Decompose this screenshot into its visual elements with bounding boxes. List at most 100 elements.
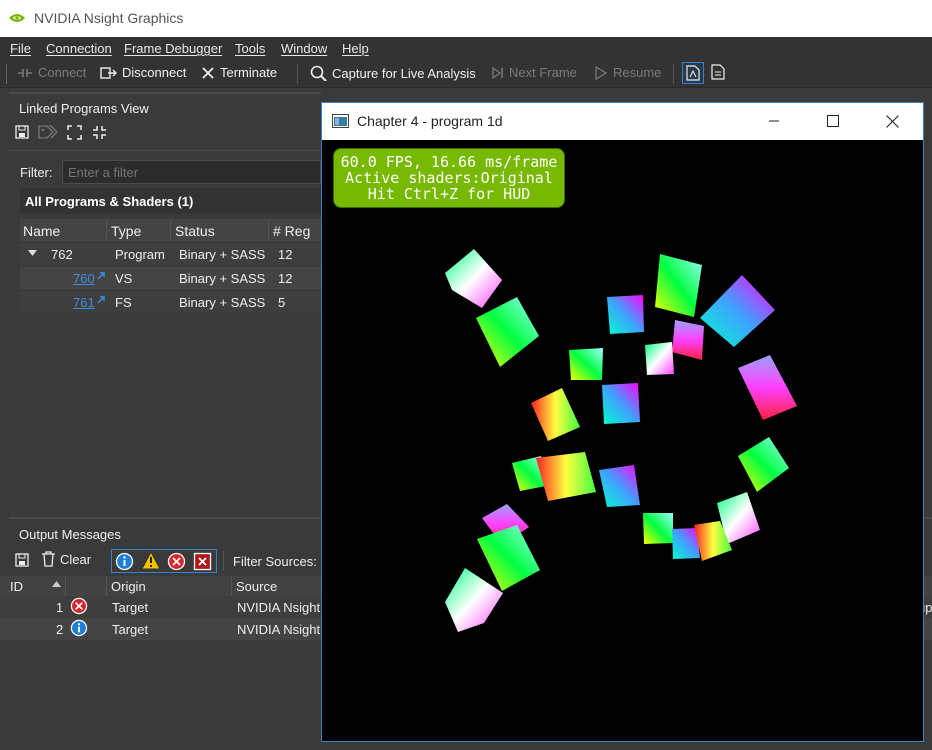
shader-link-fs[interactable]: 761 xyxy=(73,295,95,310)
shader-status: Binary + SASS xyxy=(179,271,266,286)
capture-live-analysis-button[interactable]: Capture for Live Analysis xyxy=(310,65,476,82)
menu-file[interactable]: File xyxy=(10,41,31,56)
connect-label: Connect xyxy=(38,65,87,80)
nvidia-logo-icon xyxy=(9,14,25,22)
program-name: 762 xyxy=(51,247,73,262)
resume-label: Resume xyxy=(613,65,662,80)
column-status[interactable]: Status xyxy=(175,223,215,239)
info-icon xyxy=(70,619,88,637)
disconnect-label: Disconnect xyxy=(122,65,187,80)
fatal-filter-icon[interactable] xyxy=(193,552,212,571)
connect-icon xyxy=(18,69,32,77)
table-row[interactable] xyxy=(20,267,321,289)
clear-label: Clear xyxy=(60,552,92,567)
close-icon[interactable] xyxy=(886,115,899,128)
menu-window[interactable]: Window xyxy=(281,41,327,56)
document-icon xyxy=(711,64,725,80)
error-icon xyxy=(70,597,88,615)
render-viewport[interactable] xyxy=(322,140,923,741)
report-button[interactable] xyxy=(682,62,704,84)
capture-label: Capture for Live Analysis xyxy=(332,66,476,81)
filter-input[interactable] xyxy=(62,160,321,184)
column-origin[interactable]: Origin xyxy=(111,579,146,594)
next-frame-label: Next Frame xyxy=(509,65,577,80)
info-filter-icon[interactable] xyxy=(115,552,134,571)
column-type[interactable]: Type xyxy=(111,223,141,239)
app-window[interactable]: Chapter 4 - program 1d 60.0 FPS, 16.66 m… xyxy=(321,102,924,742)
message-id: 1 xyxy=(56,600,64,615)
menu-bar: File Connection Frame Debugger Tools Win… xyxy=(0,37,932,60)
toolbar-grip xyxy=(6,64,7,84)
clear-button[interactable]: Clear xyxy=(41,551,91,567)
disconnect-button[interactable]: Disconnect xyxy=(100,65,186,80)
table-row[interactable] xyxy=(20,291,321,313)
shader-type: VS xyxy=(115,271,133,286)
filter-label: Filter: xyxy=(20,165,53,180)
app-window-title: Chapter 4 - program 1d xyxy=(357,113,503,129)
panel-title: Linked Programs View xyxy=(19,101,149,116)
terminate-button[interactable]: Terminate xyxy=(201,65,277,80)
filter-sources-label: Filter Sources: xyxy=(233,554,317,569)
program-type: Program xyxy=(115,247,165,262)
external-link-icon[interactable] xyxy=(97,272,105,280)
menu-tools[interactable]: Tools xyxy=(235,41,265,56)
app-title: NVIDIA Nsight Graphics xyxy=(34,10,184,26)
message-source: NVIDIA Nsight xyxy=(237,622,321,637)
expand-icon[interactable] xyxy=(67,125,82,140)
shader-link-vs[interactable]: 760 xyxy=(73,271,95,286)
document-chart-icon xyxy=(686,65,700,81)
program-status: Binary + SASS xyxy=(179,247,266,262)
program-reg: 12 xyxy=(278,247,293,262)
save-icon[interactable] xyxy=(15,553,29,567)
hud-fps-line: 60.0 FPS, 16.66 ms/frame xyxy=(340,153,558,171)
minimize-icon[interactable] xyxy=(768,115,780,127)
rotating-cubes-render xyxy=(445,249,797,632)
message-source: NVIDIA Nsight xyxy=(237,600,321,615)
play-icon xyxy=(595,65,608,81)
terminate-icon xyxy=(202,67,214,79)
hud-shaders-line: Active shaders:Original xyxy=(345,169,553,187)
disconnect-icon xyxy=(100,67,117,79)
message-id: 2 xyxy=(56,622,64,637)
menu-connection[interactable]: Connection xyxy=(46,41,112,56)
shader-reg: 5 xyxy=(278,295,286,310)
resume-button[interactable]: Resume xyxy=(594,65,662,81)
maximize-icon[interactable] xyxy=(827,115,839,127)
column-name[interactable]: Name xyxy=(23,223,60,239)
tags-icon[interactable] xyxy=(38,125,60,140)
toolbar-separator xyxy=(673,64,674,84)
column-source[interactable]: Source xyxy=(236,579,277,594)
message-origin: Target xyxy=(112,600,149,615)
table-empty-area xyxy=(20,315,321,500)
terminate-label: Terminate xyxy=(220,65,278,80)
next-frame-icon xyxy=(492,66,503,80)
sort-ascending-icon[interactable] xyxy=(52,581,61,587)
performance-hud: 60.0 FPS, 16.66 ms/frame Active shaders:… xyxy=(333,148,565,208)
message-origin: Target xyxy=(112,622,149,637)
section-title: All Programs & Shaders (1) xyxy=(25,194,194,209)
search-icon xyxy=(310,65,327,82)
connect-button[interactable]: Connect xyxy=(17,65,86,80)
column-id[interactable]: ID xyxy=(10,579,23,594)
linked-programs-panel: Linked Programs View Filter: All Program… xyxy=(9,92,321,510)
collapse-icon[interactable] xyxy=(92,125,107,140)
shader-reg: 12 xyxy=(278,271,293,286)
error-filter-icon[interactable] xyxy=(167,552,186,571)
chevron-down-icon[interactable] xyxy=(28,250,37,257)
menu-help[interactable]: Help xyxy=(342,41,369,56)
shader-type: FS xyxy=(115,295,132,310)
main-toolbar: Connect Disconnect Terminate Capture for… xyxy=(0,60,932,88)
app-window-titlebar[interactable]: Chapter 4 - program 1d xyxy=(322,103,923,140)
next-frame-button[interactable]: Next Frame xyxy=(491,65,577,80)
column-reg[interactable]: # Reg xyxy=(273,223,310,239)
save-icon[interactable] xyxy=(15,125,29,139)
document-button[interactable] xyxy=(711,64,727,82)
external-link-icon[interactable] xyxy=(97,296,105,304)
menu-frame-debugger[interactable]: Frame Debugger xyxy=(124,41,222,56)
hud-hint-line: Hit Ctrl+Z for HUD xyxy=(367,185,531,203)
warning-filter-icon[interactable] xyxy=(141,551,161,570)
toolbar-separator xyxy=(297,64,298,84)
window-icon xyxy=(332,114,349,128)
trash-icon xyxy=(42,551,55,567)
shader-status: Binary + SASS xyxy=(179,295,266,310)
